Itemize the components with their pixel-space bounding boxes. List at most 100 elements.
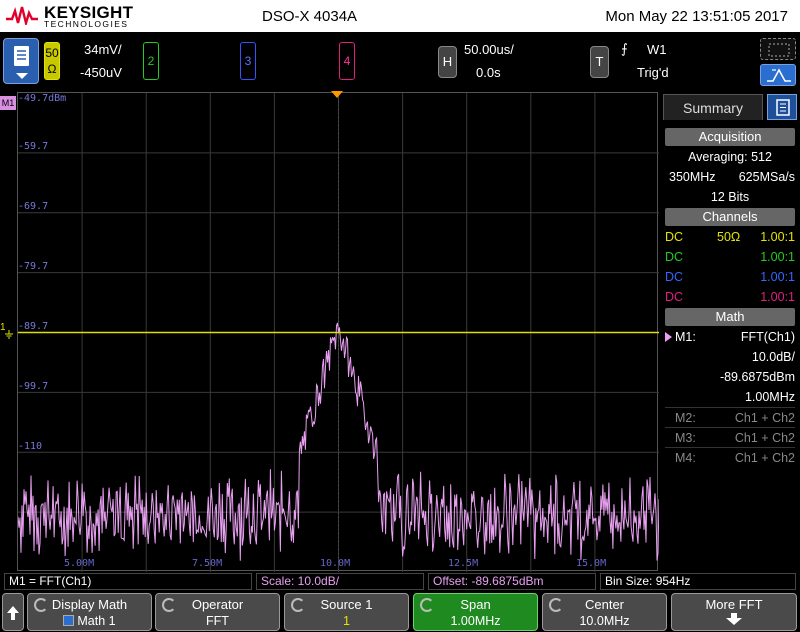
play-arrow-icon	[665, 332, 672, 342]
source1-softkey[interactable]: Source 1 1	[284, 593, 409, 631]
channel-row-4: DC 1.00:1	[665, 287, 795, 307]
m1-reference-marker[interactable]: M1	[0, 96, 16, 110]
m4-row[interactable]: M4: Ch1 + Ch2	[665, 447, 795, 467]
x-label-2: 10.0M	[320, 558, 351, 569]
summary-view-button[interactable]	[767, 94, 797, 120]
bit-depth: 12 Bits	[710, 190, 750, 204]
trigger-button[interactable]: T	[590, 46, 609, 78]
source1-value: 1	[343, 614, 350, 628]
ch1-impedance-summary: 50Ω	[717, 230, 741, 244]
waveform-display[interactable]	[17, 92, 659, 572]
knob-icon	[549, 598, 563, 612]
offset-status: Offset: -89.6875dBm	[428, 573, 596, 590]
ch1-offset: -450uV	[80, 65, 122, 80]
display-math-softkey[interactable]: Display Math Math 1	[27, 593, 152, 631]
ch3-coupling: DC	[665, 270, 684, 284]
operator-value: FFT	[206, 614, 229, 628]
ch3-button[interactable]: 3	[240, 42, 256, 80]
m3-row[interactable]: M3: Ch1 + Ch2	[665, 427, 795, 447]
ch1-ground-marker[interactable]: 1	[0, 322, 16, 342]
display-math-value: Math 1	[28, 614, 151, 628]
x-label-3: 12.5M	[448, 558, 479, 569]
y-label-4: -89.7	[18, 321, 49, 332]
x-label-1: 7.50M	[192, 558, 223, 569]
graticule	[18, 93, 659, 572]
title-bar: KEYSIGHT TECHNOLOGIES DSO-X 4034A Mon Ma…	[0, 0, 800, 32]
date-time: Mon May 22 13:51:05 2017	[605, 8, 788, 25]
ch2-coupling: DC	[665, 250, 684, 264]
keysight-logo: KEYSIGHT TECHNOLOGIES	[6, 3, 133, 29]
span-value: 1.00MHz	[450, 614, 501, 628]
ch1-probe: 1.00:1	[760, 230, 795, 244]
dashed-rectangle-icon	[768, 43, 790, 57]
main-menu-button[interactable]	[3, 38, 39, 84]
ch1-coupling: DC	[665, 230, 684, 244]
m2-function: Ch1 + Ch2	[734, 411, 795, 425]
m2-row[interactable]: M2: Ch1 + Ch2	[665, 407, 795, 427]
keysight-logo-wave-icon	[6, 6, 38, 25]
brand-subtitle: TECHNOLOGIES	[44, 19, 129, 29]
channel-row-3: DC 1.00:1	[665, 267, 795, 287]
ground-icon	[5, 330, 13, 339]
trigger-source: W1	[647, 42, 667, 57]
operator-softkey[interactable]: Operator FFT	[155, 593, 280, 631]
status-line: M1 = FFT(Ch1) Scale: 10.0dB/ Offset: -89…	[0, 572, 800, 591]
math-function-status: M1 = FFT(Ch1)	[4, 573, 252, 590]
softkey-bar: Display Math Math 1 Operator FFT Source …	[0, 592, 800, 632]
trigger-slope-icon: ⨍	[621, 41, 628, 56]
up-arrow-icon	[7, 606, 19, 620]
ch2-button[interactable]: 2	[143, 42, 159, 80]
knob-icon	[162, 598, 176, 612]
ch4-button[interactable]: 4	[339, 42, 355, 80]
down-arrow-icon	[726, 613, 742, 625]
center-softkey[interactable]: Center 10.0MHz	[542, 593, 667, 631]
knob-icon	[34, 598, 48, 612]
summary-tab[interactable]: Summary	[663, 94, 763, 120]
ohm-symbol: Ω	[47, 62, 57, 76]
more-fft-label: More FFT	[705, 597, 763, 612]
zoom-select-button[interactable]	[760, 38, 796, 60]
ch1-button[interactable]: 50 Ω	[44, 42, 60, 80]
horizontal-delay: 0.0s	[476, 65, 501, 80]
horizontal-button[interactable]: H	[438, 46, 457, 78]
m1-span: 1.00MHz	[744, 390, 795, 404]
knob-icon	[420, 598, 434, 612]
m2-label: M2:	[675, 411, 696, 425]
m1-label: M1:	[675, 330, 696, 344]
y-label-1: -59.7	[18, 141, 49, 152]
x-label-0: 5.00M	[64, 558, 95, 569]
ch1-scale: 34mV/	[84, 42, 122, 57]
acquisition-mode: Averaging: 512	[688, 150, 772, 164]
summary-panel: Summary Acquisition Averaging: 512 350MH…	[661, 92, 800, 571]
m4-function: Ch1 + Ch2	[734, 451, 795, 465]
span-softkey[interactable]: Span 1.00MHz	[413, 593, 538, 631]
display-math-value-text: Math 1	[77, 614, 116, 628]
model-number: DSO-X 4034A	[262, 8, 358, 25]
bin-size-status: Bin Size: 954Hz	[600, 573, 796, 590]
y-label-0: -49.7dBm	[18, 93, 67, 104]
math-heading: Math	[665, 308, 795, 326]
menu-list-icon	[14, 46, 29, 79]
bandwidth: 350MHz	[669, 170, 716, 184]
ch2-probe: 1.00:1	[760, 250, 795, 264]
channel-row-2: DC 1.00:1	[665, 247, 795, 267]
m3-function: Ch1 + Ch2	[734, 431, 795, 445]
waveform-triangle-icon	[767, 68, 791, 82]
acquisition-rates: 350MHz 625MSa/s	[665, 167, 795, 187]
m1-function: FFT(Ch1)	[740, 330, 795, 344]
waveform-mode-button[interactable]	[760, 64, 796, 86]
m4-label: M4:	[675, 451, 696, 465]
y-label-5: -99.7	[18, 381, 49, 392]
y-label-2: -69.7	[18, 201, 49, 212]
channels-heading: Channels	[665, 208, 795, 226]
checkbox-icon	[63, 615, 75, 626]
ch3-probe: 1.00:1	[760, 270, 795, 284]
trigger-position-marker[interactable]	[331, 91, 343, 98]
x-label-4: 15.0M	[576, 558, 607, 569]
ch4-probe: 1.00:1	[760, 290, 795, 304]
acquisition-heading: Acquisition	[665, 128, 795, 146]
m1-row[interactable]: M1: FFT(Ch1)	[665, 327, 795, 347]
back-button[interactable]	[2, 593, 24, 631]
more-fft-softkey[interactable]: More FFT	[671, 593, 797, 631]
channel-bar: 50 Ω 34mV/ -450uV 2 3 4 H 50.00us/ 0.0s …	[0, 32, 800, 90]
